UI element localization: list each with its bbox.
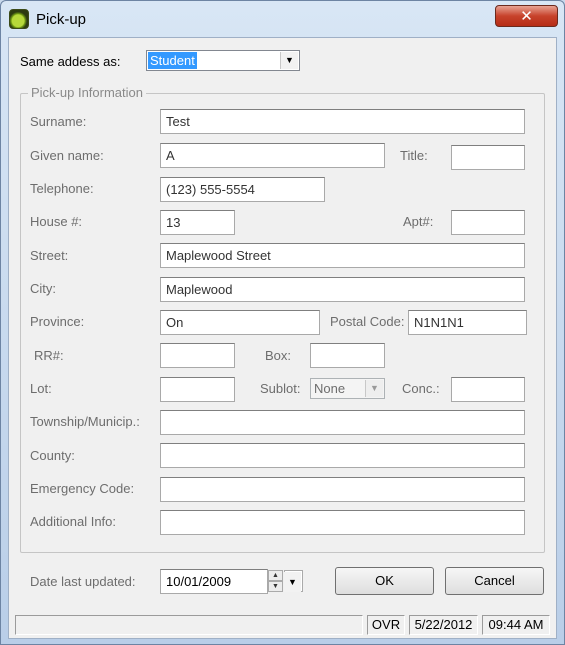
- chevron-down-icon[interactable]: ▼: [284, 572, 301, 592]
- title-bar[interactable]: Pick-up ✕: [1, 1, 564, 37]
- date-dropdown[interactable]: ▼: [284, 570, 303, 592]
- title-field[interactable]: [451, 145, 525, 170]
- telephone-label: Telephone:: [30, 181, 94, 196]
- pickup-window: Pick-up ✕ Same addess as: Student ▼ Pick…: [0, 0, 565, 645]
- chevron-down-icon[interactable]: ▼: [280, 52, 298, 69]
- status-time: 09:44 AM: [482, 615, 550, 635]
- conc-field[interactable]: [451, 377, 525, 402]
- apt-label: Apt#:: [403, 214, 434, 229]
- chevron-down-icon[interactable]: ▼: [365, 380, 383, 397]
- status-bar: OVR 5/22/2012 09:44 AM: [9, 613, 556, 638]
- dialog-body: Same addess as: Student ▼ Pick-up Inform…: [8, 37, 557, 639]
- spin-down-icon[interactable]: ▼: [268, 581, 283, 592]
- close-button[interactable]: ✕: [495, 5, 558, 27]
- additional-info-field[interactable]: [160, 510, 525, 535]
- given-name-field[interactable]: A: [160, 143, 385, 168]
- emergency-code-field[interactable]: [160, 477, 525, 502]
- sublot-select[interactable]: None ▼: [310, 378, 385, 399]
- cancel-button[interactable]: Cancel: [445, 567, 544, 595]
- sublot-label: Sublot:: [260, 381, 301, 396]
- box-field[interactable]: [310, 343, 385, 368]
- province-label: Province:: [30, 314, 85, 329]
- pickup-info-legend: Pick-up Information: [28, 85, 146, 100]
- surname-label: Surname:: [30, 114, 87, 129]
- county-label: County:: [30, 448, 75, 463]
- status-date: 5/22/2012: [409, 615, 478, 635]
- city-field[interactable]: Maplewood: [160, 277, 525, 302]
- title-label: Title:: [400, 148, 428, 163]
- close-icon: ✕: [520, 7, 533, 25]
- province-field[interactable]: On: [160, 310, 320, 335]
- lot-label: Lot:: [30, 381, 52, 396]
- same-address-select[interactable]: Student ▼: [146, 50, 300, 71]
- sublot-value: None: [314, 381, 346, 396]
- conc-label: Conc.:: [402, 381, 440, 396]
- postal-code-field[interactable]: N1N1N1: [408, 310, 527, 335]
- date-updated-field[interactable]: 10/01/2009: [160, 569, 268, 594]
- township-label: Township/Municip.:: [30, 414, 140, 429]
- ok-button[interactable]: OK: [335, 567, 434, 595]
- same-address-label: Same addess as:: [20, 54, 121, 69]
- lot-field[interactable]: [160, 377, 235, 402]
- rr-label: RR#:: [34, 348, 64, 363]
- date-updated-label: Date last updated:: [30, 574, 136, 589]
- township-field[interactable]: [160, 410, 525, 435]
- additional-info-label: Additional Info:: [30, 514, 117, 529]
- city-label: City:: [30, 281, 56, 296]
- street-label: Street:: [30, 248, 69, 263]
- house-label: House #:: [30, 214, 83, 229]
- house-field[interactable]: 13: [160, 210, 235, 235]
- app-icon: [9, 9, 29, 29]
- rr-field[interactable]: [160, 343, 235, 368]
- apt-field[interactable]: [451, 210, 525, 235]
- window-title: Pick-up: [36, 11, 87, 28]
- box-label: Box:: [265, 348, 292, 363]
- spin-up-icon[interactable]: ▲: [268, 570, 283, 581]
- given-name-label: Given name:: [30, 148, 104, 163]
- same-address-value: Student: [148, 52, 197, 69]
- postal-code-label: Postal Code:: [330, 314, 405, 329]
- status-message: [15, 615, 363, 635]
- county-field[interactable]: [160, 443, 525, 468]
- street-field[interactable]: Maplewood Street: [160, 243, 525, 268]
- status-mode: OVR: [367, 615, 405, 635]
- telephone-field[interactable]: (123) 555-5554: [160, 177, 325, 202]
- surname-field[interactable]: Test: [160, 109, 525, 134]
- emergency-code-label: Emergency Code:: [30, 481, 135, 496]
